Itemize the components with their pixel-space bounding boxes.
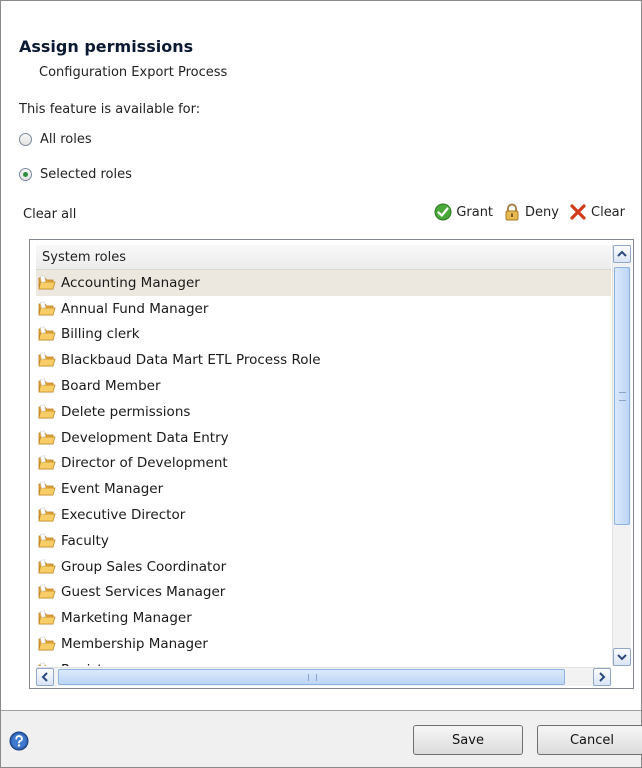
role-folder-icon — [38, 326, 56, 341]
scroll-right-button[interactable] — [593, 668, 611, 686]
dialog-footer: Save Cancel — [1, 710, 642, 767]
role-list-item[interactable]: Registrar — [36, 657, 611, 666]
cancel-button[interactable]: Cancel — [537, 725, 642, 755]
scroll-up-button[interactable] — [613, 245, 631, 263]
role-list-item[interactable]: Annual Fund Manager — [36, 296, 611, 322]
save-button[interactable]: Save — [413, 725, 523, 755]
role-label: Development Data Entry — [61, 429, 229, 446]
role-label: Event Manager — [61, 481, 164, 498]
role-folder-icon — [38, 533, 56, 548]
role-folder-icon — [38, 404, 56, 419]
role-label: Faculty — [61, 532, 109, 549]
availability-label: This feature is available for: — [19, 102, 201, 117]
role-folder-icon — [38, 455, 56, 470]
roles-listbox[interactable]: System roles Accounting Manager Annual Fu… — [29, 239, 634, 689]
list-column-header[interactable]: System roles — [36, 245, 611, 270]
clear-label: Clear — [591, 204, 625, 220]
role-label: Membership Manager — [61, 636, 208, 653]
chevron-right-icon — [599, 672, 606, 682]
role-label: Guest Services Manager — [61, 584, 226, 601]
all-roles-option[interactable]: All roles — [19, 132, 92, 147]
grant-button[interactable]: Grant — [434, 203, 493, 221]
assign-permissions-dialog: Assign permissions Configuration Export … — [0, 0, 642, 768]
role-folder-icon — [38, 662, 47, 666]
selected-roles-option[interactable]: Selected roles — [19, 167, 132, 182]
role-label: Billing clerk — [61, 326, 140, 343]
role-folder-icon — [38, 610, 56, 625]
role-list-item[interactable]: Group Sales Coordinator — [36, 554, 611, 580]
role-list-item[interactable]: Billing clerk — [36, 322, 611, 348]
role-list-item[interactable]: Executive Director — [36, 502, 611, 528]
role-label: Delete permissions — [61, 403, 191, 420]
role-list-item[interactable]: Faculty — [36, 528, 611, 554]
role-label: Director of Development — [61, 455, 228, 472]
role-label: Registrar — [61, 662, 122, 666]
role-folder-icon — [38, 636, 56, 651]
role-folder-icon — [38, 352, 56, 367]
permission-toolbar: Grant Deny Clear — [434, 203, 625, 221]
all-roles-radio[interactable] — [19, 133, 32, 146]
role-label: Board Member — [61, 378, 161, 395]
vertical-scroll-thumb[interactable] — [614, 267, 630, 525]
clear-button[interactable]: Clear — [569, 203, 625, 221]
selected-roles-radio[interactable] — [19, 168, 32, 181]
role-list-item[interactable]: Event Manager — [36, 476, 611, 502]
role-label: Group Sales Coordinator — [61, 558, 227, 575]
dialog-subtitle: Configuration Export Process — [39, 65, 228, 80]
role-folder-icon — [38, 430, 56, 445]
grant-check-icon — [434, 203, 452, 221]
role-label: Blackbaud Data Mart ETL Process Role — [61, 352, 321, 369]
vertical-scrollbar[interactable] — [612, 245, 631, 666]
role-folder-icon — [38, 301, 56, 316]
role-folder-icon — [38, 481, 56, 496]
selected-roles-label: Selected roles — [40, 167, 132, 182]
role-folder-icon — [38, 275, 56, 290]
role-list-item[interactable]: Delete permissions — [36, 399, 611, 425]
chevron-left-icon — [41, 672, 48, 682]
role-folder-icon — [38, 584, 56, 599]
role-list-item[interactable]: Accounting Manager — [36, 270, 611, 296]
role-list-item[interactable]: Board Member — [36, 373, 611, 399]
help-button[interactable] — [9, 731, 29, 755]
role-label: Annual Fund Manager — [61, 300, 209, 317]
role-list-item[interactable]: Membership Manager — [36, 631, 611, 657]
column-header-label: System roles — [42, 249, 127, 265]
role-list-item[interactable]: Blackbaud Data Mart ETL Process Role — [36, 347, 611, 373]
clear-x-icon — [570, 204, 586, 220]
role-list-item[interactable]: Guest Services Manager — [36, 580, 611, 606]
deny-lock-icon — [505, 203, 519, 221]
role-label: Executive Director — [61, 507, 186, 524]
scroll-down-button[interactable] — [613, 648, 631, 666]
help-icon — [9, 731, 29, 751]
role-folder-icon — [38, 378, 56, 393]
role-list-item[interactable]: Development Data Entry — [36, 425, 611, 451]
role-list-item[interactable]: Marketing Manager — [36, 605, 611, 631]
chevron-up-icon — [617, 250, 627, 257]
horizontal-scroll-thumb[interactable] — [58, 669, 565, 685]
chevron-down-icon — [617, 654, 627, 661]
dialog-title: Assign permissions — [19, 37, 194, 56]
roles-list: Accounting Manager Annual Fund Manager Bil… — [36, 270, 611, 666]
all-roles-label: All roles — [40, 132, 92, 147]
grant-label: Grant — [456, 204, 494, 220]
deny-button[interactable]: Deny — [503, 203, 559, 221]
role-folder-icon — [38, 507, 56, 522]
role-label: Accounting Manager — [61, 274, 200, 291]
role-label: Marketing Manager — [61, 610, 192, 627]
scroll-left-button[interactable] — [36, 668, 54, 686]
deny-label: Deny — [525, 204, 559, 220]
clear-all-link[interactable]: Clear all — [23, 207, 76, 222]
role-folder-icon — [38, 559, 56, 574]
horizontal-scrollbar[interactable] — [36, 667, 611, 686]
role-list-item[interactable]: Director of Development — [36, 451, 611, 477]
